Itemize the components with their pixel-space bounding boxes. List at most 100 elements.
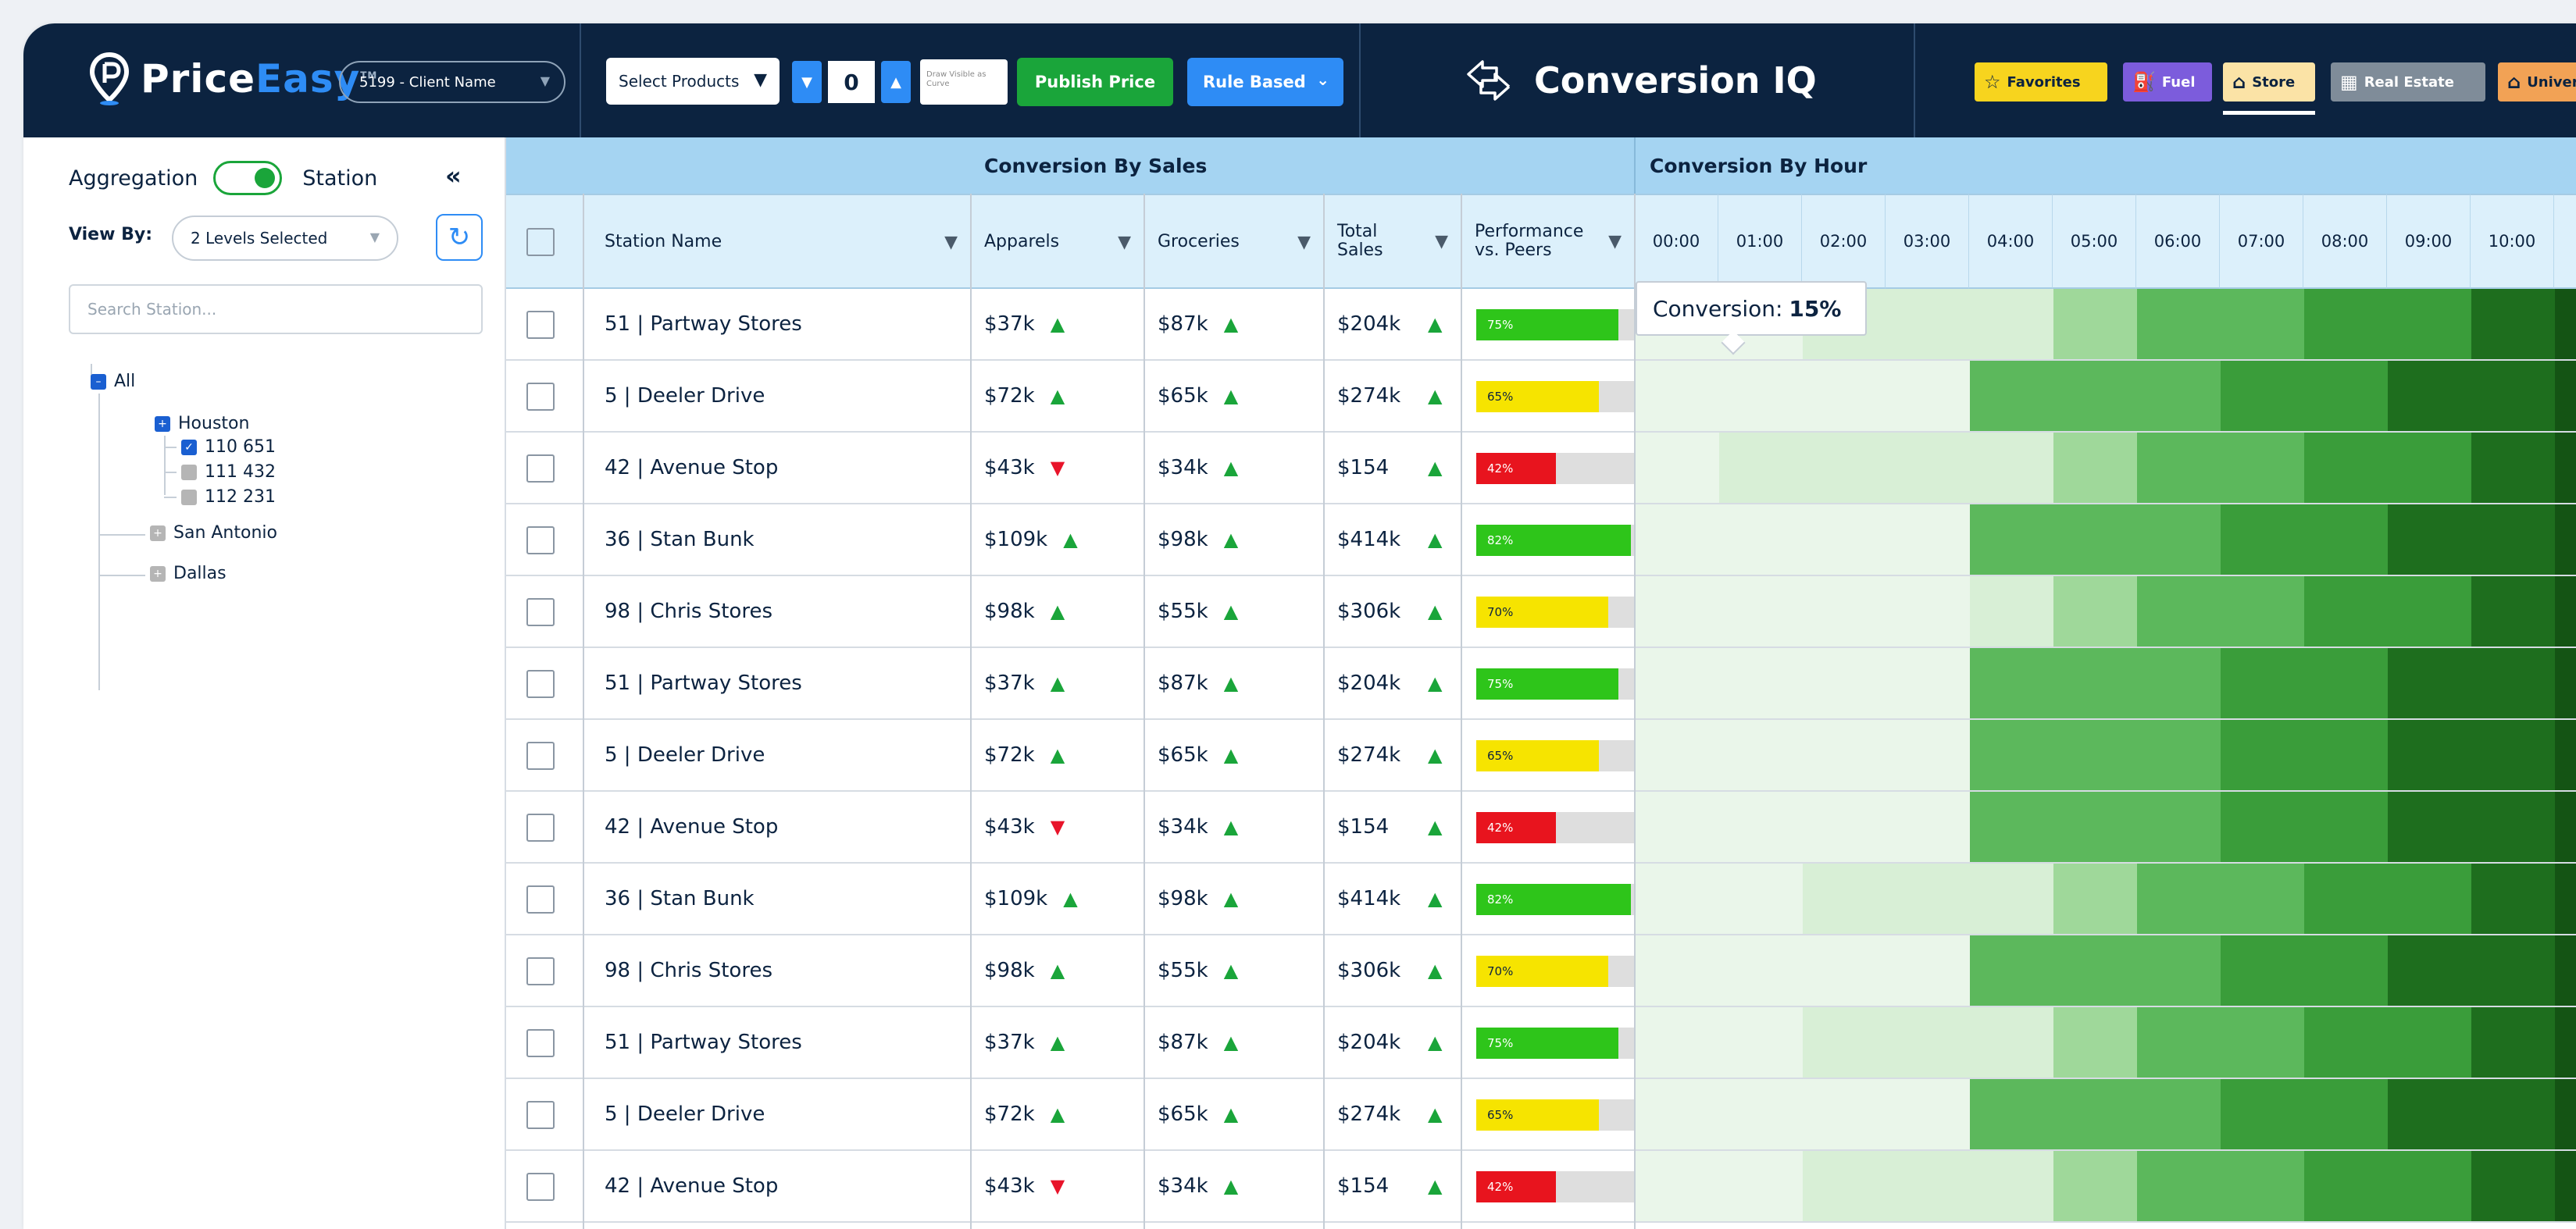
heatmap-cell[interactable] <box>2304 648 2388 718</box>
heatmap-cell[interactable] <box>1886 433 1970 503</box>
heatmap-cell[interactable] <box>2471 504 2555 575</box>
heatmap-cell[interactable] <box>2471 935 2555 1006</box>
heatmap-cell[interactable] <box>2137 504 2221 575</box>
heatmap-cell[interactable] <box>1803 935 1886 1006</box>
select-products-dropdown[interactable]: Select Products ▼ <box>606 58 780 105</box>
filter-icon[interactable]: ▼ <box>1435 233 1448 251</box>
heatmap-cell[interactable] <box>2471 1079 2555 1149</box>
heatmap-cell[interactable] <box>1803 720 1886 790</box>
priceeasy-logo[interactable]: PriceEasyTM <box>89 52 377 106</box>
table-row[interactable]: 98 | Chris Stores $98k ▲ $55k ▲ $306k ▲ 70% <box>506 935 2576 1007</box>
heatmap-cell[interactable] <box>2471 648 2555 718</box>
heatmap-cell[interactable] <box>2053 289 2137 359</box>
heatmap-cell[interactable] <box>1886 935 1970 1006</box>
row-checkbox[interactable] <box>526 526 555 554</box>
heatmap-cell[interactable] <box>1636 361 1719 431</box>
heatmap-cell[interactable] <box>1803 648 1886 718</box>
heatmap-cell[interactable] <box>2304 576 2388 647</box>
heatmap-cell[interactable] <box>1719 504 1803 575</box>
row-checkbox[interactable] <box>526 957 555 985</box>
heatmap-cell[interactable] <box>1803 1079 1886 1149</box>
heatmap-cell[interactable] <box>2053 1007 2137 1078</box>
heatmap-cell[interactable] <box>2555 720 2576 790</box>
heatmap-cell[interactable] <box>2388 648 2471 718</box>
heatmap-cell[interactable] <box>2471 1151 2555 1221</box>
heatmap-cell[interactable] <box>1886 576 1970 647</box>
heatmap-cell[interactable] <box>1719 720 1803 790</box>
heatmap-cell[interactable] <box>2221 433 2304 503</box>
decrement-button[interactable]: ▼ <box>792 61 822 103</box>
heatmap-cell[interactable] <box>1803 576 1886 647</box>
heatmap-cell[interactable] <box>1803 1151 1886 1221</box>
heatmap-cell[interactable] <box>1719 1079 1803 1149</box>
filter-icon[interactable]: ▼ <box>1297 233 1311 252</box>
quantity-stepper[interactable]: ▼ 0 ▲ <box>792 61 911 103</box>
heatmap-cell[interactable] <box>2221 935 2304 1006</box>
heatmap-cell[interactable] <box>2471 361 2555 431</box>
heatmap-cell[interactable] <box>2221 504 2304 575</box>
heatmap-cell[interactable] <box>1970 1151 2053 1221</box>
rule-based-dropdown[interactable]: Rule Based ⌄ <box>1187 58 1343 106</box>
row-checkbox[interactable] <box>526 383 555 411</box>
heatmap-cell[interactable] <box>1970 433 2053 503</box>
header-apparels[interactable]: Apparels ▼ <box>970 194 1144 289</box>
heatmap-cell[interactable] <box>1803 433 1886 503</box>
heatmap-cell[interactable] <box>2304 720 2388 790</box>
heatmap-cell[interactable] <box>1970 864 2053 934</box>
heatmap-cell[interactable] <box>2388 1079 2471 1149</box>
heatmap-cell[interactable] <box>2555 864 2576 934</box>
heatmap-cell[interactable] <box>2221 648 2304 718</box>
heatmap-cell[interactable] <box>1803 792 1886 862</box>
heatmap-cell[interactable] <box>2221 864 2304 934</box>
heatmap-cell[interactable] <box>2388 361 2471 431</box>
heatmap-cell[interactable] <box>1636 935 1719 1006</box>
heatmap-cell[interactable] <box>2304 792 2388 862</box>
universal-tab[interactable]: ⌂ Univers <box>2498 62 2576 102</box>
heatmap-cell[interactable] <box>2471 864 2555 934</box>
row-checkbox[interactable] <box>526 1173 555 1201</box>
heatmap-cell[interactable] <box>2388 289 2471 359</box>
header-total-sales[interactable]: Total Sales ▼ <box>1323 194 1461 289</box>
heatmap-cell[interactable] <box>2137 1079 2221 1149</box>
header-performance[interactable]: Performance vs. Peers ▼ <box>1461 194 1634 289</box>
heatmap-cell[interactable] <box>2304 864 2388 934</box>
heatmap-cell[interactable] <box>2555 792 2576 862</box>
heatmap-cell[interactable] <box>1886 1151 1970 1221</box>
heatmap-cell[interactable] <box>1636 1151 1719 1221</box>
aggregation-station-toggle[interactable] <box>213 161 283 195</box>
table-row[interactable]: 51 | Partway Stores $37k ▲ $87k ▲ $204k ▲ 75% <box>506 648 2576 720</box>
client-select[interactable]: 5199 - Client Name ▼ <box>339 61 566 103</box>
tree-item-111432[interactable]: 111 432 <box>181 462 276 482</box>
heatmap-cell[interactable] <box>2471 289 2555 359</box>
table-row[interactable]: 51 | Partway Stores $37k ▲ $87k ▲ $204k ▲ 75% <box>506 1007 2576 1079</box>
heatmap-cell[interactable] <box>1970 648 2053 718</box>
heatmap-cell[interactable] <box>2471 433 2555 503</box>
favorites-tab[interactable]: ☆ Favorites <box>1975 62 2107 102</box>
header-station-name[interactable]: Station Name ▼ <box>583 194 970 289</box>
heatmap-cell[interactable] <box>2304 504 2388 575</box>
table-row[interactable]: 36 | Stan Bunk $109k ▲ $98k ▲ $414k ▲ 82% <box>506 864 2576 935</box>
heatmap-cell[interactable] <box>2053 576 2137 647</box>
heatmap-cell[interactable] <box>2053 935 2137 1006</box>
heatmap-cell[interactable] <box>1803 361 1886 431</box>
tree-item-san-antonio[interactable]: + San Antonio <box>150 523 277 543</box>
row-checkbox[interactable] <box>526 1029 555 1057</box>
heatmap-cell[interactable] <box>2304 1079 2388 1149</box>
row-checkbox[interactable] <box>526 311 555 339</box>
header-groceries[interactable]: Groceries ▼ <box>1144 194 1323 289</box>
heatmap-cell[interactable] <box>1970 720 2053 790</box>
heatmap-cell[interactable] <box>2221 289 2304 359</box>
heatmap-cell[interactable] <box>1803 864 1886 934</box>
heatmap-cell[interactable] <box>1719 935 1803 1006</box>
heatmap-cell[interactable] <box>2304 1151 2388 1221</box>
heatmap-cell[interactable] <box>1636 792 1719 862</box>
heatmap-cell[interactable] <box>2221 1007 2304 1078</box>
publish-price-button[interactable]: Publish Price <box>1017 58 1173 106</box>
heatmap-cell[interactable] <box>2388 576 2471 647</box>
tree-item-all[interactable]: – All <box>91 372 135 391</box>
heatmap-cell[interactable] <box>1636 648 1719 718</box>
table-row[interactable]: 5 | Deeler Drive $72k ▲ $65k ▲ $274k ▲ 65% <box>506 361 2576 433</box>
heatmap-cell[interactable] <box>2221 720 2304 790</box>
heatmap-cell[interactable] <box>1886 1007 1970 1078</box>
row-checkbox[interactable] <box>526 1101 555 1129</box>
